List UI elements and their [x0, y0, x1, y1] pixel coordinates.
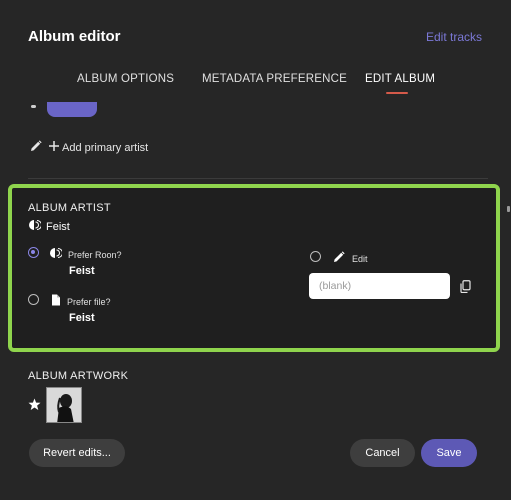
- prefer-roon-radio[interactable]: [28, 247, 39, 258]
- add-primary-artist-label: Add primary artist: [62, 141, 149, 154]
- prefer-roon-value: Feist: [69, 265, 95, 277]
- album-artist-edit-input[interactable]: [309, 273, 450, 299]
- edit-radio[interactable]: [310, 251, 321, 262]
- scrolled-marker: [31, 105, 36, 108]
- copy-icon[interactable]: [460, 280, 471, 298]
- album-artist-label: ALBUM ARTIST: [28, 202, 111, 214]
- active-tab-indicator: [386, 92, 408, 94]
- edit-option[interactable]: Edit: [333, 250, 368, 268]
- prefer-file-label: Prefer file?: [67, 297, 111, 307]
- prefer-roon-option[interactable]: Prefer Roon?: [50, 246, 122, 264]
- prefer-file-value: Feist: [69, 312, 95, 324]
- divider: [28, 178, 488, 179]
- scrollbar-thumb[interactable]: [507, 206, 510, 212]
- add-primary-artist-row[interactable]: Add primary artist: [30, 140, 148, 155]
- pencil-icon: [333, 250, 345, 268]
- pencil-icon[interactable]: [30, 140, 42, 155]
- edit-label: Edit: [352, 254, 368, 264]
- tab-edit-album[interactable]: EDIT ALBUM: [365, 73, 435, 85]
- album-artist-value: Feist: [46, 221, 70, 233]
- dialog-title: Album editor: [28, 28, 121, 45]
- tab-album-options[interactable]: ALBUM OPTIONS: [77, 73, 174, 85]
- prefer-file-radio[interactable]: [28, 294, 39, 305]
- prefer-file-option[interactable]: Prefer file?: [51, 293, 111, 311]
- revert-edits-button[interactable]: Revert edits...: [29, 439, 125, 467]
- prefer-roon-label: Prefer Roon?: [68, 250, 122, 260]
- edit-tracks-link[interactable]: Edit tracks: [426, 30, 482, 44]
- file-icon: [51, 293, 61, 311]
- save-button[interactable]: Save: [421, 439, 477, 467]
- artist-chip[interactable]: [47, 102, 97, 117]
- star-icon[interactable]: [28, 398, 41, 416]
- cancel-button[interactable]: Cancel: [350, 439, 415, 467]
- album-artist-current: Feist: [29, 218, 70, 236]
- album-artwork-thumbnail[interactable]: [46, 387, 82, 423]
- tab-metadata-preference[interactable]: METADATA PREFERENCE: [202, 73, 347, 85]
- roon-icon: [50, 246, 63, 264]
- plus-icon: [48, 140, 60, 155]
- roon-icon: [29, 218, 42, 236]
- album-artwork-label: ALBUM ARTWORK: [28, 370, 129, 382]
